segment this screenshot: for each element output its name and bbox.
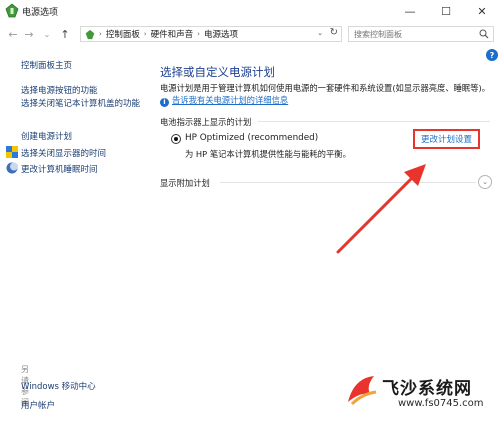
change-plan-settings-link[interactable]: 更改计划设置 <box>413 129 480 149</box>
page-description: 电源计划是用于管理计算机如何使用电源的一套硬件和系统设置(如显示器亮度、睡眠等)… <box>160 82 492 107</box>
sidebar-item-create-plan[interactable]: 创建电源计划 <box>21 130 72 142</box>
sidebar-item-display-off[interactable]: 选择关闭显示器的时间 <box>21 147 106 159</box>
watermark-logo <box>348 376 377 406</box>
description-text: 电源计划是用于管理计算机如何使用电源的一套硬件和系统设置(如显示器亮度、睡眠等)… <box>160 83 491 93</box>
power-options-icon <box>5 3 19 18</box>
breadcrumb-separator: › <box>99 30 102 38</box>
close-button[interactable]: ✕ <box>464 0 500 22</box>
breadcrumb-item[interactable]: 控制面板 <box>106 28 140 40</box>
address-dropdown-icon[interactable]: ⌄ <box>317 29 323 37</box>
refresh-icon[interactable]: ↻ <box>330 27 338 38</box>
breadcrumb-item[interactable]: 电源选项 <box>204 28 238 40</box>
battery-plans-label: 电池指示器上显示的计划 <box>160 117 252 127</box>
show-more-plans-label[interactable]: 显示附加计划 <box>160 177 210 189</box>
sidebar-item-mobility-center[interactable]: Windows 移动中心 <box>21 380 96 392</box>
sidebar-item-power-button[interactable]: 选择电源按钮的功能 <box>21 84 98 96</box>
power-options-icon <box>85 29 95 39</box>
breadcrumb-separator: › <box>143 30 147 38</box>
plan-name[interactable]: HP Optimized (recommended) <box>185 133 318 143</box>
search-icon[interactable] <box>479 29 489 39</box>
window-title: 电源选项 <box>22 8 59 18</box>
sidebar-item-user-accounts[interactable]: 用户帐户 <box>21 399 55 411</box>
sidebar-item-sleep[interactable]: 更改计算机睡眠时间 <box>21 163 98 175</box>
address-bar[interactable]: › 控制面板 › 硬件和声音 › 电源选项 ⌄ ↻ <box>80 26 342 42</box>
minimize-button[interactable]: — <box>392 0 428 22</box>
moon-icon <box>6 162 18 174</box>
search-input[interactable] <box>349 27 473 41</box>
plan-description: 为 HP 笔记本计算机提供性能与能耗的平衡。 <box>185 149 351 159</box>
address-row: ← → ⌄ ↑ › 控制面板 › 硬件和声音 › 电源选项 ⌄ ↻ <box>0 24 500 44</box>
watermark-name: 飞沙系统网 <box>382 379 472 399</box>
sidebar-item-home[interactable]: 控制面板主页 <box>21 59 72 71</box>
divider <box>258 121 490 122</box>
up-arrow-icon[interactable]: ↑ <box>58 26 72 42</box>
watermark-url: www.fs0745.com <box>398 398 484 409</box>
info-icon: i <box>160 98 169 107</box>
forward-arrow-icon[interactable]: → <box>22 26 36 42</box>
help-icon[interactable]: ? <box>486 49 498 61</box>
title-bar: 电源选项 — ☐ ✕ <box>0 0 500 22</box>
annotation-arrow <box>336 164 426 254</box>
maximize-button[interactable]: ☐ <box>428 0 464 22</box>
search-box[interactable] <box>348 26 494 42</box>
recent-dropdown-icon[interactable]: ⌄ <box>40 26 54 42</box>
plan-radio[interactable] <box>171 134 181 144</box>
shield-icon <box>6 146 18 158</box>
learn-more-link[interactable]: 告诉我有关电源计划的详细信息 <box>172 95 288 105</box>
breadcrumb-separator: › <box>197 30 200 38</box>
expand-chevron-icon[interactable]: ⌄ <box>478 175 492 189</box>
page-title: 选择或自定义电源计划 <box>160 65 275 79</box>
watermark: 飞沙系统网 www.fs0745.com <box>340 370 500 424</box>
sidebar-item-lid[interactable]: 选择关闭笔记本计算机盖的功能 <box>21 98 146 111</box>
back-arrow-icon[interactable]: ← <box>6 26 20 42</box>
breadcrumb-item[interactable]: 硬件和声音 <box>151 28 194 40</box>
